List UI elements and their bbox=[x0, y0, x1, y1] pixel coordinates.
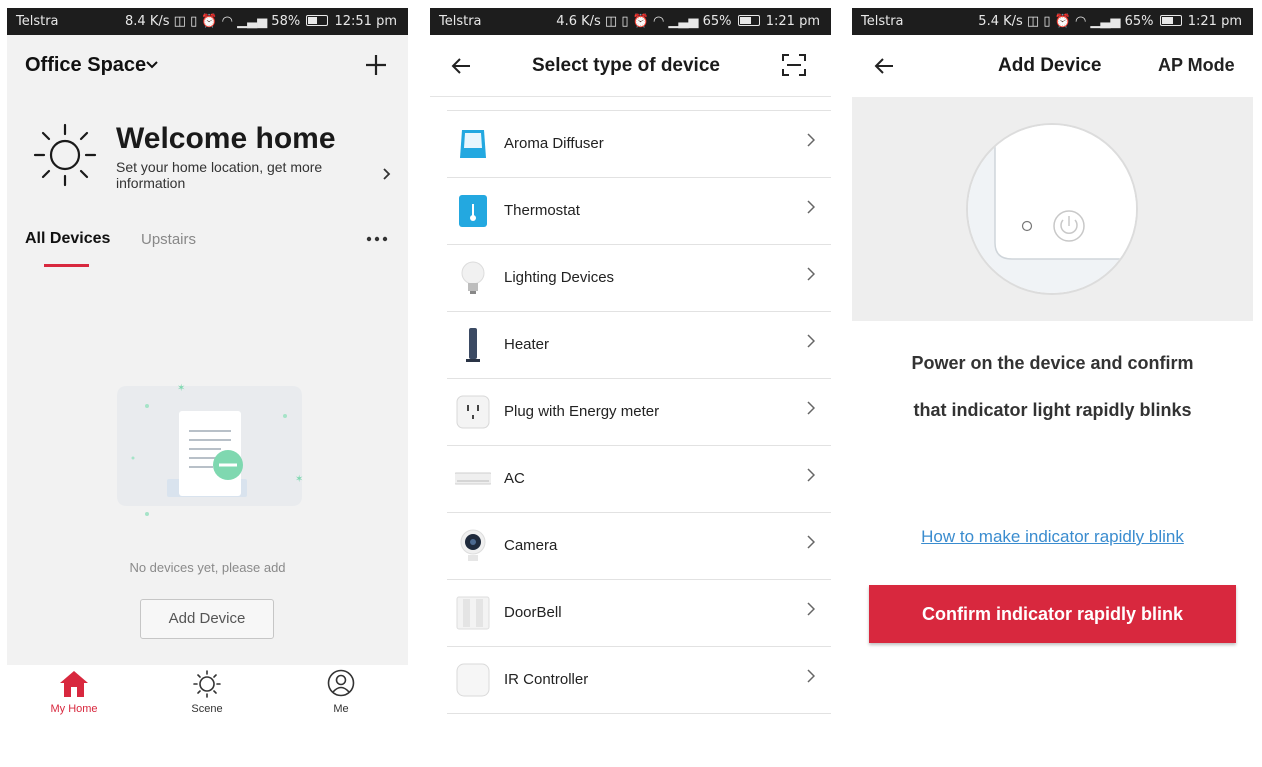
tab-upstairs[interactable]: Upstairs bbox=[141, 231, 196, 248]
battery-percent: 65% bbox=[702, 14, 732, 29]
chevron-right-icon bbox=[807, 334, 815, 348]
list-item[interactable]: IR Controller bbox=[447, 647, 831, 714]
home-name[interactable]: Office Space bbox=[25, 54, 146, 77]
scan-icon[interactable] bbox=[782, 54, 806, 76]
aroma-diffuser-icon bbox=[460, 130, 486, 158]
chevron-right-icon bbox=[807, 602, 815, 616]
arrow-left-icon[interactable] bbox=[451, 57, 471, 75]
more-icon[interactable] bbox=[366, 236, 388, 242]
signal-icons: ◫ ▯ ⏰ ◠ ▁▃▅ bbox=[173, 14, 268, 29]
confirm-blink-button[interactable]: Confirm indicator rapidly blink bbox=[869, 585, 1236, 643]
status-icons: 8.4 K/s ◫ ▯ ⏰ ◠ ▁▃▅ 58% 12:51 pm bbox=[125, 14, 397, 29]
home-icon bbox=[60, 671, 88, 697]
network-speed: 4.6 K/s bbox=[556, 14, 601, 29]
chevron-right-icon[interactable] bbox=[383, 168, 391, 180]
status-icons: 5.4 K/s ◫ ▯ ⏰ ◠ ▁▃▅ 65% 1:21 pm bbox=[978, 14, 1242, 29]
list-item[interactable]: AC bbox=[447, 446, 831, 513]
instruction-line-2: that indicator light rapidly blinks bbox=[913, 400, 1192, 420]
list-item-label: Thermostat bbox=[504, 202, 580, 219]
ac-icon bbox=[455, 472, 491, 485]
chevron-right-icon bbox=[807, 535, 815, 549]
welcome-title: Welcome home bbox=[116, 122, 336, 155]
list-item-label: Aroma Diffuser bbox=[504, 135, 604, 152]
empty-state-illustration: ✶ ✶ bbox=[117, 383, 303, 516]
chevron-right-icon bbox=[807, 401, 815, 415]
list-item[interactable]: DoorBell bbox=[447, 580, 831, 647]
help-link[interactable]: How to make indicator rapidly blink bbox=[852, 527, 1253, 547]
list-item-label: Lighting Devices bbox=[504, 269, 615, 286]
network-speed: 8.4 K/s bbox=[125, 14, 170, 29]
list-item[interactable]: Heater bbox=[447, 312, 831, 379]
battery-icon bbox=[737, 15, 760, 26]
svg-text:✶: ✶ bbox=[177, 383, 185, 394]
carrier-label: Telstra bbox=[861, 14, 904, 29]
battery-percent: 65% bbox=[1124, 14, 1154, 29]
clock: 12:51 pm bbox=[334, 14, 397, 29]
status-icons: 4.6 K/s ◫ ▯ ⏰ ◠ ▁▃▅ 65% 1:21 pm bbox=[556, 14, 820, 29]
chevron-right-icon bbox=[807, 267, 815, 281]
instruction-line-1: Power on the device and confirm bbox=[911, 353, 1194, 373]
plus-icon[interactable] bbox=[365, 54, 387, 76]
chevron-right-icon bbox=[807, 200, 815, 214]
clock: 1:21 pm bbox=[1187, 14, 1242, 29]
header-divider bbox=[430, 96, 831, 97]
plug-icon bbox=[456, 395, 490, 429]
list-item-label: Camera bbox=[504, 537, 558, 554]
user-icon bbox=[327, 669, 355, 697]
status-bar: Telstra 5.4 K/s ◫ ▯ ⏰ ◠ ▁▃▅ 65% 1:21 pm bbox=[852, 8, 1253, 35]
status-bar: Telstra 8.4 K/s ◫ ▯ ⏰ ◠ ▁▃▅ 58% 12:51 pm bbox=[7, 8, 408, 35]
sun-icon bbox=[193, 670, 221, 698]
bulb-icon bbox=[461, 261, 485, 294]
list-item[interactable]: Aroma Diffuser bbox=[447, 110, 831, 178]
signal-icons: ◫ ▯ ⏰ ◠ ▁▃▅ bbox=[1026, 14, 1121, 29]
page-title: Add Device bbox=[998, 55, 1102, 76]
thermostat-icon bbox=[459, 195, 487, 227]
list-item-label: DoorBell bbox=[504, 604, 562, 621]
device-illustration bbox=[852, 97, 1253, 321]
svg-text:✶: ✶ bbox=[295, 474, 303, 485]
nav-label: My Home bbox=[50, 703, 98, 715]
carrier-label: Telstra bbox=[439, 14, 482, 29]
list-item-label: AC bbox=[504, 470, 525, 487]
list-item-label: Plug with Energy meter bbox=[504, 403, 660, 420]
chevron-right-icon bbox=[807, 468, 815, 482]
sun-icon bbox=[33, 123, 97, 187]
tab-all-devices[interactable]: All Devices bbox=[25, 230, 110, 248]
device-type-list: Aroma Diffuser Thermostat Lighting Devic… bbox=[447, 110, 831, 714]
my-home-screen: Telstra 8.4 K/s ◫ ▯ ⏰ ◠ ▁▃▅ 58% 12:51 pm… bbox=[7, 8, 408, 715]
list-item[interactable]: Plug with Energy meter bbox=[447, 379, 831, 446]
nav-label: Me bbox=[333, 703, 349, 715]
page-title: Select type of device bbox=[532, 55, 720, 76]
ir-controller-icon bbox=[456, 663, 490, 697]
welcome-subtitle[interactable]: Set your home location, get more informa… bbox=[116, 159, 336, 191]
camera-icon bbox=[460, 529, 486, 561]
add-device-screen: Telstra 5.4 K/s ◫ ▯ ⏰ ◠ ▁▃▅ 65% 1:21 pm … bbox=[852, 8, 1253, 715]
network-speed: 5.4 K/s bbox=[978, 14, 1023, 29]
clock: 1:21 pm bbox=[765, 14, 820, 29]
empty-state-message: No devices yet, please add bbox=[129, 560, 286, 575]
chevron-right-icon bbox=[807, 133, 815, 147]
list-item-label: IR Controller bbox=[504, 671, 589, 688]
signal-icons: ◫ ▯ ⏰ ◠ ▁▃▅ bbox=[604, 14, 699, 29]
chevron-down-icon[interactable] bbox=[146, 60, 158, 70]
list-item[interactable]: Camera bbox=[447, 513, 831, 580]
heater-icon bbox=[466, 328, 480, 362]
add-device-button[interactable]: Add Device bbox=[140, 599, 274, 639]
battery-percent: 58% bbox=[271, 14, 301, 29]
carrier-label: Telstra bbox=[16, 14, 59, 29]
arrow-left-icon[interactable] bbox=[874, 57, 894, 75]
chevron-right-icon bbox=[807, 669, 815, 683]
bottom-nav: My Home Scene Me bbox=[7, 665, 408, 715]
list-item[interactable]: Thermostat bbox=[447, 178, 831, 245]
list-item[interactable]: Lighting Devices bbox=[447, 245, 831, 312]
select-device-type-screen: Telstra 4.6 K/s ◫ ▯ ⏰ ◠ ▁▃▅ 65% 1:21 pm … bbox=[430, 8, 831, 715]
nav-label: Scene bbox=[191, 703, 223, 715]
ap-mode-button[interactable]: AP Mode bbox=[1158, 55, 1235, 76]
battery-icon bbox=[306, 15, 329, 26]
status-bar: Telstra 4.6 K/s ◫ ▯ ⏰ ◠ ▁▃▅ 65% 1:21 pm bbox=[430, 8, 831, 35]
active-tab-indicator bbox=[44, 264, 89, 267]
doorbell-icon bbox=[456, 596, 490, 630]
battery-icon bbox=[1159, 15, 1182, 26]
list-item-label: Heater bbox=[504, 336, 550, 353]
